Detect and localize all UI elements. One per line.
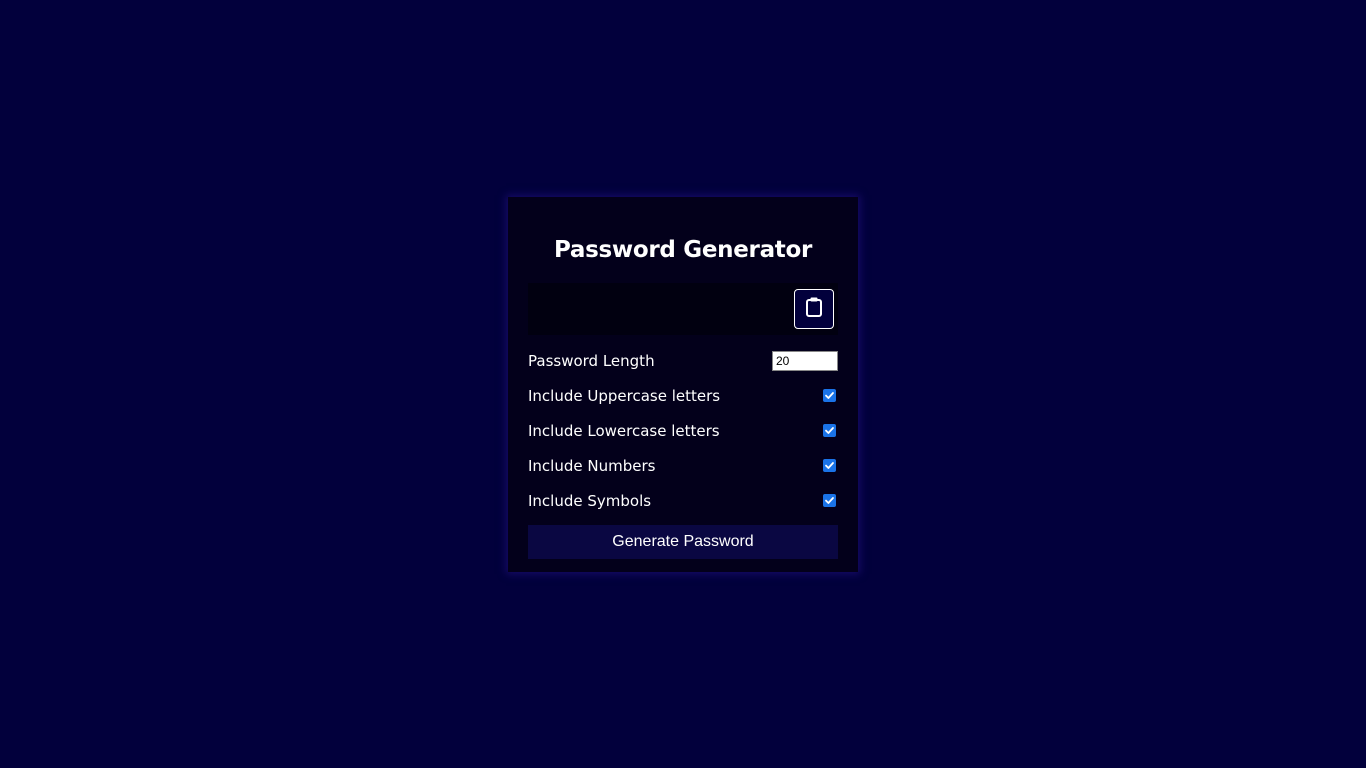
generate-password-button[interactable]: Generate Password — [528, 525, 838, 559]
numbers-checkbox[interactable] — [823, 459, 836, 472]
password-result-box — [528, 283, 838, 335]
symbols-label: Include Symbols — [528, 491, 652, 510]
lowercase-checkbox[interactable] — [823, 424, 836, 437]
setting-numbers: Include Numbers — [528, 448, 838, 483]
password-generator-card: Password Generator Password Length Inclu… — [508, 197, 858, 572]
length-label: Password Length — [528, 351, 655, 370]
clipboard-icon — [805, 296, 823, 322]
setting-uppercase: Include Uppercase letters — [528, 378, 838, 413]
app-title: Password Generator — [553, 237, 813, 263]
checkmark-icon — [825, 462, 834, 469]
length-input[interactable] — [772, 350, 838, 371]
copy-to-clipboard-button[interactable] — [794, 289, 834, 329]
setting-symbols: Include Symbols — [528, 483, 838, 518]
checkmark-icon — [825, 392, 834, 399]
uppercase-checkbox[interactable] — [823, 389, 836, 402]
setting-length: Password Length — [528, 343, 838, 378]
setting-lowercase: Include Lowercase letters — [528, 413, 838, 448]
settings-list: Password Length Include Uppercase letter… — [528, 343, 838, 518]
numbers-label: Include Numbers — [528, 456, 656, 475]
uppercase-label: Include Uppercase letters — [528, 386, 721, 405]
checkmark-icon — [825, 497, 834, 504]
symbols-checkbox[interactable] — [823, 494, 836, 507]
checkmark-icon — [825, 427, 834, 434]
lowercase-label: Include Lowercase letters — [528, 421, 720, 440]
